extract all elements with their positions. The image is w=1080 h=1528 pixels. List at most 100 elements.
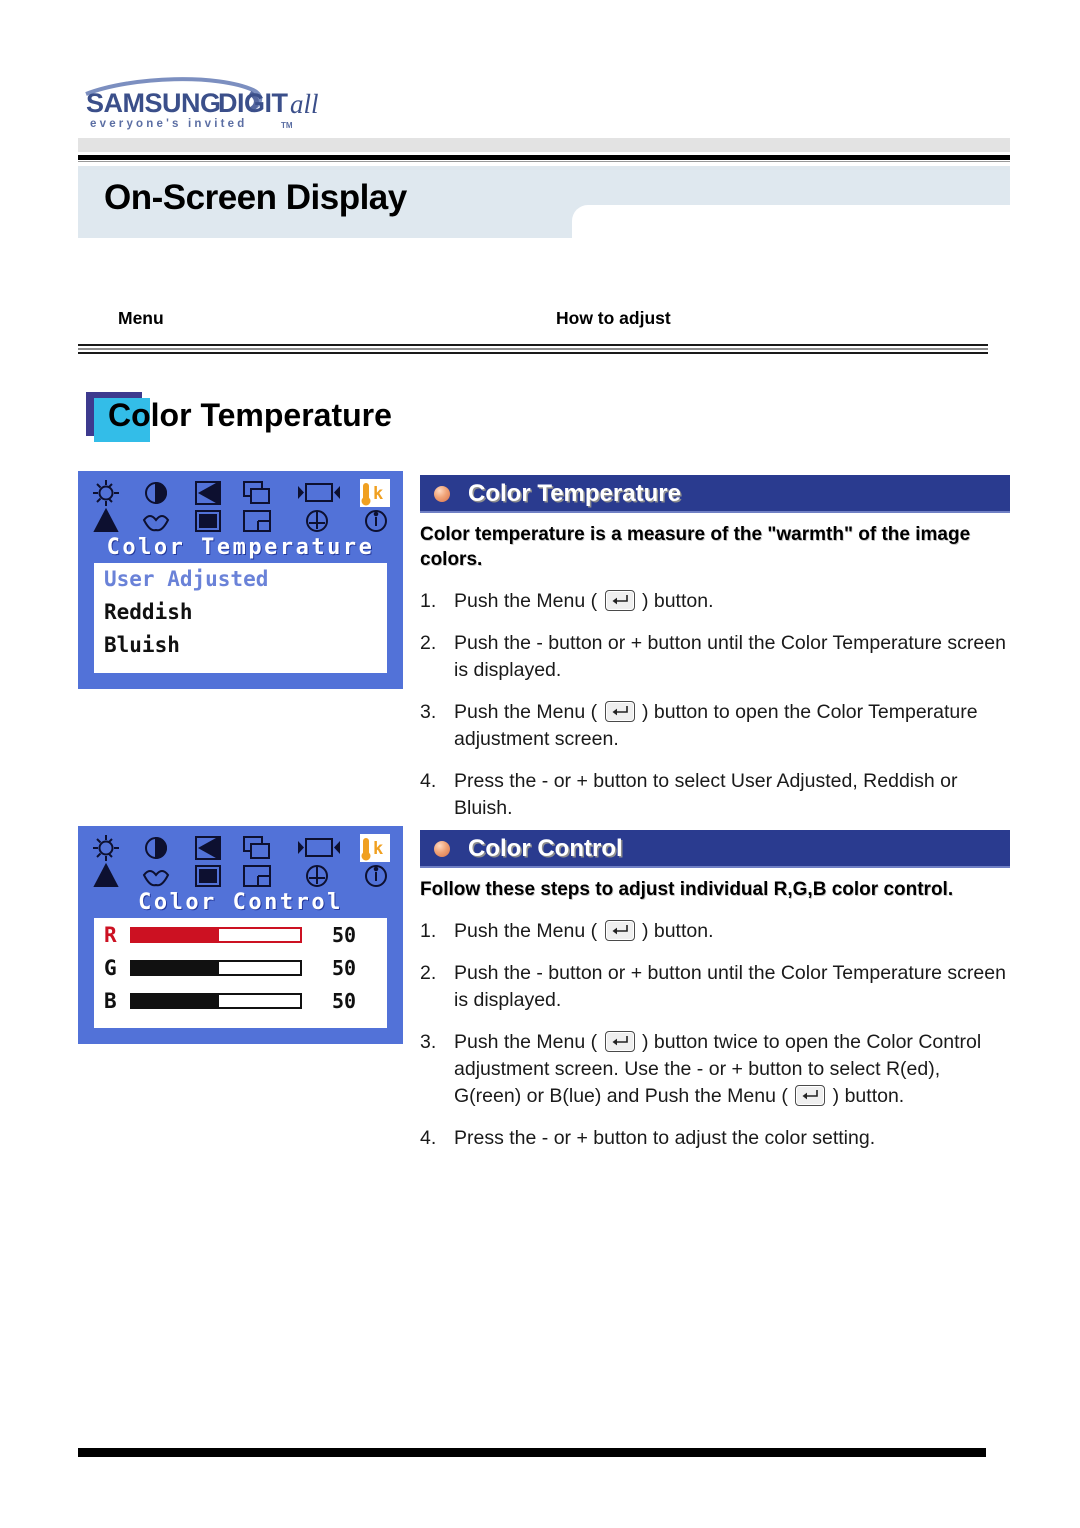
slider-value-g: 50 <box>332 955 357 980</box>
osd-title: Color Temperature <box>106 535 375 560</box>
step-item: Push the Menu ( ) button. <box>420 918 1010 945</box>
osd-screenshot-color-temperature: k Color Temperature User Adjusted Reddis… <box>78 471 403 689</box>
slider-fill-b <box>132 994 220 1007</box>
step-item: Press the - or + button to adjust the co… <box>420 1125 1010 1152</box>
information-icon <box>365 865 387 887</box>
step-text: Press the - or + button to adjust the co… <box>454 1127 876 1149</box>
slider-track-g[interactable] <box>130 959 302 976</box>
step-text-pre: Push the Menu ( <box>454 1031 598 1053</box>
svg-text:k: k <box>373 839 383 859</box>
slider-track-r[interactable] <box>130 926 302 943</box>
column-header-how-to-adjust: How to adjust <box>556 308 671 328</box>
v-position-icon <box>306 865 328 887</box>
block-lead-text: Color temperature is a measure of the "w… <box>420 524 971 570</box>
osd-screenshot-color-control: k Color Control R 50 G 50 B 50 <box>78 826 403 1044</box>
osd-slider-row-blue[interactable]: B 50 <box>94 984 387 1017</box>
color-temperature-icon: k <box>360 834 390 862</box>
instruction-block-color-temperature: Color Temperature Color temperature is a… <box>420 475 1010 837</box>
column-header-rule-bottom <box>78 352 988 354</box>
step-text-post-2: ) button. <box>832 1085 905 1107</box>
instruction-block-color-control: Color Control Follow these steps to adju… <box>420 830 1010 1167</box>
v-position-icon <box>306 510 328 532</box>
osd-list-item-user-adjusted[interactable]: User Adjusted <box>94 563 387 596</box>
slider-value-b: 50 <box>332 988 357 1013</box>
sharpness-icon <box>195 836 221 860</box>
color-control-icon <box>243 510 271 532</box>
osd-icon-row: k <box>88 832 393 890</box>
h-position-icon <box>243 481 270 504</box>
svg-text:k: k <box>373 484 383 504</box>
block-title-bar: Color Control <box>420 830 1010 868</box>
osd-title: Color Control <box>138 890 343 915</box>
step-text: Press the - or + button to select User A… <box>454 770 958 819</box>
h-position-icon <box>243 836 270 859</box>
step-text: Push the - button or + button until the … <box>454 962 1006 1011</box>
information-icon <box>365 510 387 532</box>
brightness-icon <box>93 480 119 506</box>
pincushion-icon <box>93 507 119 532</box>
sharpness-icon <box>195 481 221 505</box>
osd-icon-row: k <box>88 477 393 535</box>
osd-list: User Adjusted Reddish Bluish <box>94 563 387 673</box>
osd-list-item-bluish[interactable]: Bluish <box>94 629 387 662</box>
block-title: Color Temperature <box>468 480 681 507</box>
degauss-icon <box>195 510 221 532</box>
menu-enter-key-icon <box>604 1031 635 1052</box>
bullet-dot-icon <box>434 841 450 857</box>
brightness-icon <box>93 835 119 861</box>
moire-icon <box>142 515 170 532</box>
step-item: Push the - button or + button until the … <box>420 630 1010 684</box>
h-size-icon <box>298 483 340 502</box>
step-list: Push the Menu ( ) button. Push the - but… <box>420 918 1010 1152</box>
step-text-post: ) button. <box>641 590 714 612</box>
slider-track-b[interactable] <box>130 992 302 1009</box>
color-temperature-icon: k <box>360 479 390 507</box>
osd-slider-row-green[interactable]: G 50 <box>94 951 387 984</box>
step-item: Press the - or + button to select User A… <box>420 768 1010 822</box>
moire-icon <box>142 870 170 887</box>
h-size-icon <box>298 838 340 857</box>
slider-fill-g <box>132 961 220 974</box>
svg-text:everyone's invited: everyone's invited <box>90 118 248 130</box>
degauss-icon <box>195 865 221 887</box>
step-text-post: ) button. <box>641 920 714 942</box>
contrast-icon <box>145 836 167 860</box>
page-title-band-cutout <box>572 205 1010 245</box>
slider-fill-r <box>132 928 220 941</box>
svg-text:DIGIT: DIGIT <box>218 88 289 118</box>
top-gray-band <box>78 138 1010 152</box>
step-text: Push the - button or + button until the … <box>454 632 1006 681</box>
contrast-icon <box>145 481 167 505</box>
osd-slider-row-red[interactable]: R 50 <box>94 918 387 951</box>
block-title-bar: Color Temperature <box>420 475 1010 513</box>
color-control-icon <box>243 865 271 887</box>
step-item: Push the Menu ( ) button twice to open t… <box>420 1029 1010 1110</box>
slider-label-b: B <box>104 988 117 1013</box>
osd-slider-group: R 50 G 50 B 50 <box>94 918 387 1028</box>
header-rule-thick <box>78 155 1010 160</box>
svg-text:all: all <box>290 89 319 119</box>
column-header-rule-mid <box>78 348 988 350</box>
menu-enter-key-icon <box>604 701 635 722</box>
footer-rule <box>78 1448 986 1457</box>
column-header-menu: Menu <box>118 308 164 328</box>
header-rule-hair <box>78 161 1010 162</box>
slider-value-r: 50 <box>332 922 357 947</box>
svg-text:SAMSUNG: SAMSUNG <box>86 88 221 118</box>
samsung-logo: SAMSUNG DIGIT all everyone's invited TM <box>78 72 338 134</box>
block-title: Color Control <box>468 835 623 862</box>
menu-enter-key-icon <box>604 590 635 611</box>
slider-label-r: R <box>104 922 117 947</box>
svg-text:TM: TM <box>281 121 293 130</box>
section-heading-label: Color Temperature <box>108 397 392 433</box>
step-item: Push the Menu ( ) button. <box>420 588 1010 615</box>
bullet-dot-icon <box>434 486 450 502</box>
step-text-pre: Push the Menu ( <box>454 701 598 723</box>
step-text-pre: Push the Menu ( <box>454 590 598 612</box>
step-item: Push the Menu ( ) button to open the Col… <box>420 699 1010 753</box>
osd-list-item-reddish[interactable]: Reddish <box>94 596 387 629</box>
column-header-rule-top <box>78 344 988 346</box>
slider-label-g: G <box>104 955 117 980</box>
menu-enter-key-icon <box>795 1085 826 1106</box>
pincushion-icon <box>93 862 119 887</box>
